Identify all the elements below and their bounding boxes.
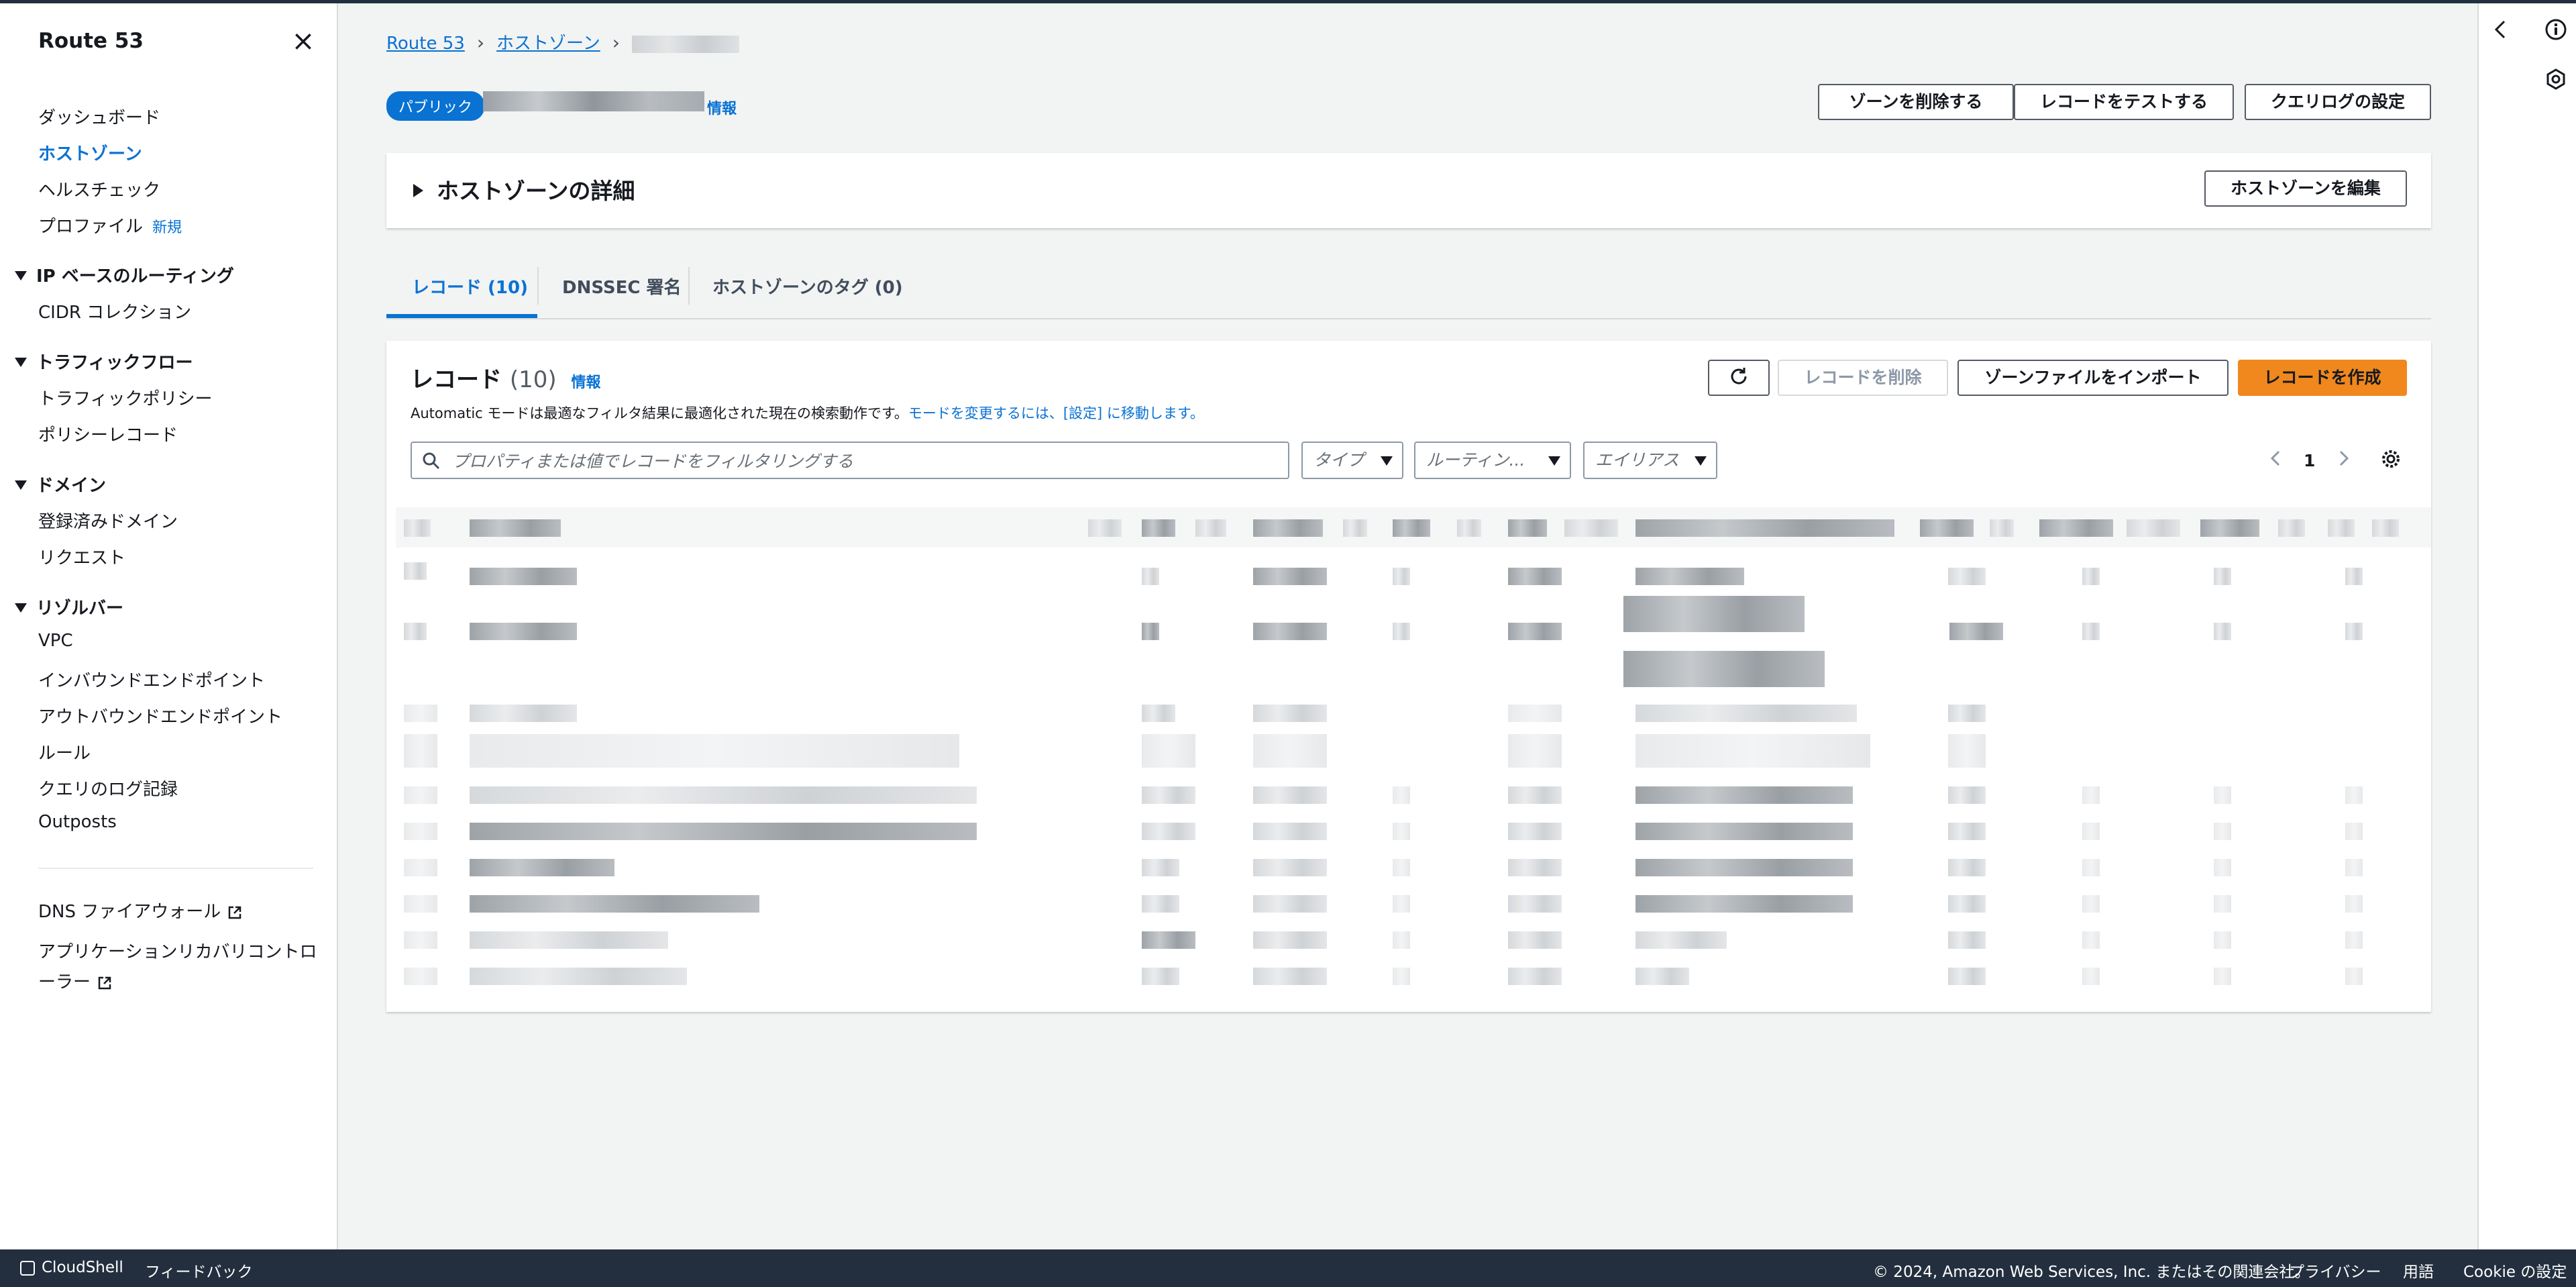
- privacy-link[interactable]: プライバシー: [2289, 1259, 2381, 1282]
- alias-filter-select[interactable]: エイリアス: [1583, 442, 1717, 479]
- search-icon: [423, 452, 440, 470]
- previous-page-icon[interactable]: [2266, 448, 2286, 468]
- change-mode-link[interactable]: モードを変更するには、[設定] に移動します。: [908, 405, 1204, 421]
- sidebar-item-outposts[interactable]: Outposts: [38, 812, 117, 832]
- refresh-icon: [1731, 368, 1747, 384]
- chevron-right-icon: ›: [476, 32, 485, 54]
- terminal-icon: [20, 1260, 35, 1276]
- info-link[interactable]: 情報: [571, 374, 600, 391]
- sidebar-item-label: プロファイル: [38, 217, 144, 237]
- refresh-button[interactable]: [1708, 360, 1770, 396]
- side-navigation: Route 53 × ダッシュボード ホストゾーン ヘルスチェック プロファイル…: [0, 3, 338, 1249]
- cloudshell-link[interactable]: CloudShell: [20, 1259, 123, 1276]
- current-page[interactable]: 1: [2304, 451, 2315, 470]
- sidebar-item-rules[interactable]: ルール: [38, 739, 91, 764]
- top-border: [0, 0, 2576, 3]
- caret-down-icon: [15, 357, 27, 367]
- external-link-icon: [98, 976, 111, 989]
- gear-icon[interactable]: [2380, 448, 2402, 470]
- tab-dnssec[interactable]: DNSSEC 署名: [562, 274, 682, 299]
- hosted-zone-details-panel: ホストゾーンの詳細 ホストゾーンを編集: [386, 153, 2431, 228]
- sidebar-item-registered-domains[interactable]: 登録済みドメイン: [38, 508, 178, 533]
- sidebar-item-profiles[interactable]: プロファイル 新規: [38, 213, 182, 238]
- close-icon[interactable]: ×: [290, 27, 317, 55]
- settings-icon[interactable]: [2544, 68, 2567, 91]
- sidebar-item-query-logging[interactable]: クエリのログ記録: [38, 776, 178, 801]
- sidebar-item-dashboard[interactable]: ダッシュボード: [38, 104, 160, 129]
- edit-hosted-zone-button[interactable]: ホストゾーンを編集: [2204, 170, 2407, 207]
- breadcrumb-hosted-zones[interactable]: ホストゾーン: [496, 34, 600, 54]
- info-link[interactable]: 情報: [707, 97, 737, 118]
- chevron-right-icon: ›: [612, 32, 620, 54]
- sidebar-section-traffic-flow[interactable]: トラフィックフロー: [15, 349, 193, 374]
- query-log-settings-button[interactable]: クエリログの設定: [2245, 84, 2431, 120]
- caret-down-icon: [1548, 456, 1560, 466]
- delete-record-button[interactable]: レコードを削除: [1778, 360, 1948, 396]
- sidebar-item-traffic-policies[interactable]: トラフィックポリシー: [38, 385, 212, 410]
- details-toggle[interactable]: ホストゾーンの詳細: [413, 173, 635, 205]
- sidebar-item-outbound-endpoints[interactable]: アウトバウンドエンドポイント: [38, 703, 282, 728]
- feedback-link[interactable]: フィードバック: [145, 1259, 253, 1282]
- info-icon[interactable]: [2544, 18, 2567, 41]
- create-record-button[interactable]: レコードを作成: [2238, 360, 2407, 396]
- records-count: (10): [509, 366, 557, 393]
- records-description: Automatic モードは最適なフィルタ結果に最適化された現在の検索動作です。…: [411, 405, 1204, 421]
- chevron-left-icon[interactable]: [2489, 18, 2512, 41]
- caret-right-icon: [413, 183, 423, 197]
- cookie-settings-link[interactable]: Cookie の設定: [2463, 1259, 2567, 1282]
- sidebar-item-requests[interactable]: リクエスト: [38, 544, 125, 569]
- records-table-header: [396, 507, 2431, 548]
- sidebar-item-label: ーラー: [38, 972, 91, 992]
- tab-list: レコード (10) DNSSEC 署名 ホストゾーンのタグ (0): [386, 255, 2431, 319]
- terms-link[interactable]: 用語: [2403, 1259, 2434, 1282]
- sidebar-title[interactable]: Route 53: [38, 29, 144, 53]
- sidebar-item-dns-firewall[interactable]: DNS ファイアウォール: [38, 898, 242, 923]
- tab-divider: [537, 267, 539, 305]
- search-input[interactable]: [451, 447, 1279, 475]
- sidebar-item-cidr[interactable]: CIDR コレクション: [38, 299, 191, 323]
- caret-down-icon: [15, 480, 27, 490]
- sidebar-item-arc[interactable]: アプリケーションリカバリコントロ ーラー: [38, 938, 317, 993]
- sidebar-item-policy-records[interactable]: ポリシーレコード: [38, 421, 178, 446]
- routing-filter-select[interactable]: ルーティン...: [1414, 442, 1571, 479]
- type-filter-select[interactable]: タイプ: [1301, 442, 1403, 479]
- next-page-icon[interactable]: [2333, 448, 2353, 468]
- caret-down-icon: [1381, 456, 1393, 466]
- test-record-button[interactable]: レコードをテストする: [2014, 84, 2234, 120]
- tab-divider: [688, 267, 690, 305]
- caret-down-icon: [1695, 456, 1707, 466]
- utility-rail: [2477, 3, 2576, 1249]
- sidebar-section-resolver[interactable]: リゾルバー: [15, 595, 123, 619]
- sidebar-section-ip-routing[interactable]: IP ベースのルーティング: [15, 262, 234, 287]
- copyright-text: © 2024, Amazon Web Services, Inc. またはその関…: [1873, 1264, 2310, 1281]
- sidebar-divider: [38, 868, 313, 869]
- tab-tags[interactable]: ホストゾーンのタグ (0): [712, 274, 903, 299]
- sidebar-item-inbound-endpoints[interactable]: インバウンドエンドポイント: [38, 667, 265, 692]
- active-tab-indicator: [386, 314, 537, 318]
- breadcrumb-current-redacted: [631, 35, 739, 53]
- delete-zone-button[interactable]: ゾーンを削除する: [1818, 84, 2014, 120]
- sidebar-item-hosted-zones[interactable]: ホストゾーン: [38, 140, 142, 165]
- sidebar-item-label: DNS ファイアウォール: [38, 902, 221, 922]
- caret-down-icon: [15, 270, 27, 280]
- sidebar-item-health-checks[interactable]: ヘルスチェック: [38, 176, 160, 201]
- caret-down-icon: [15, 603, 27, 613]
- external-link-icon: [229, 906, 241, 919]
- zone-name-redacted: [483, 91, 704, 111]
- tab-records[interactable]: レコード (10): [412, 274, 528, 299]
- records-heading: レコード (10) 情報: [411, 366, 601, 393]
- breadcrumb: Route 53 › ホストゾーン ›: [386, 30, 739, 54]
- sidebar-section-domains[interactable]: ドメイン: [15, 472, 106, 497]
- sidebar-item-label: アプリケーションリカバリコントロ: [38, 942, 317, 962]
- breadcrumb-route53[interactable]: Route 53: [386, 34, 465, 54]
- console-footer: CloudShell フィードバック © 2024, Amazon Web Se…: [0, 1249, 2576, 1287]
- public-badge: パブリック: [386, 91, 485, 121]
- records-panel: レコード (10) 情報 Automatic モードは最適なフィルタ結果に最適化…: [386, 341, 2431, 1012]
- search-field: [411, 442, 1289, 479]
- sidebar-item-vpc[interactable]: VPC: [38, 631, 73, 651]
- import-zone-file-button[interactable]: ゾーンファイルをインポート: [1957, 360, 2229, 396]
- new-badge: 新規: [152, 219, 182, 236]
